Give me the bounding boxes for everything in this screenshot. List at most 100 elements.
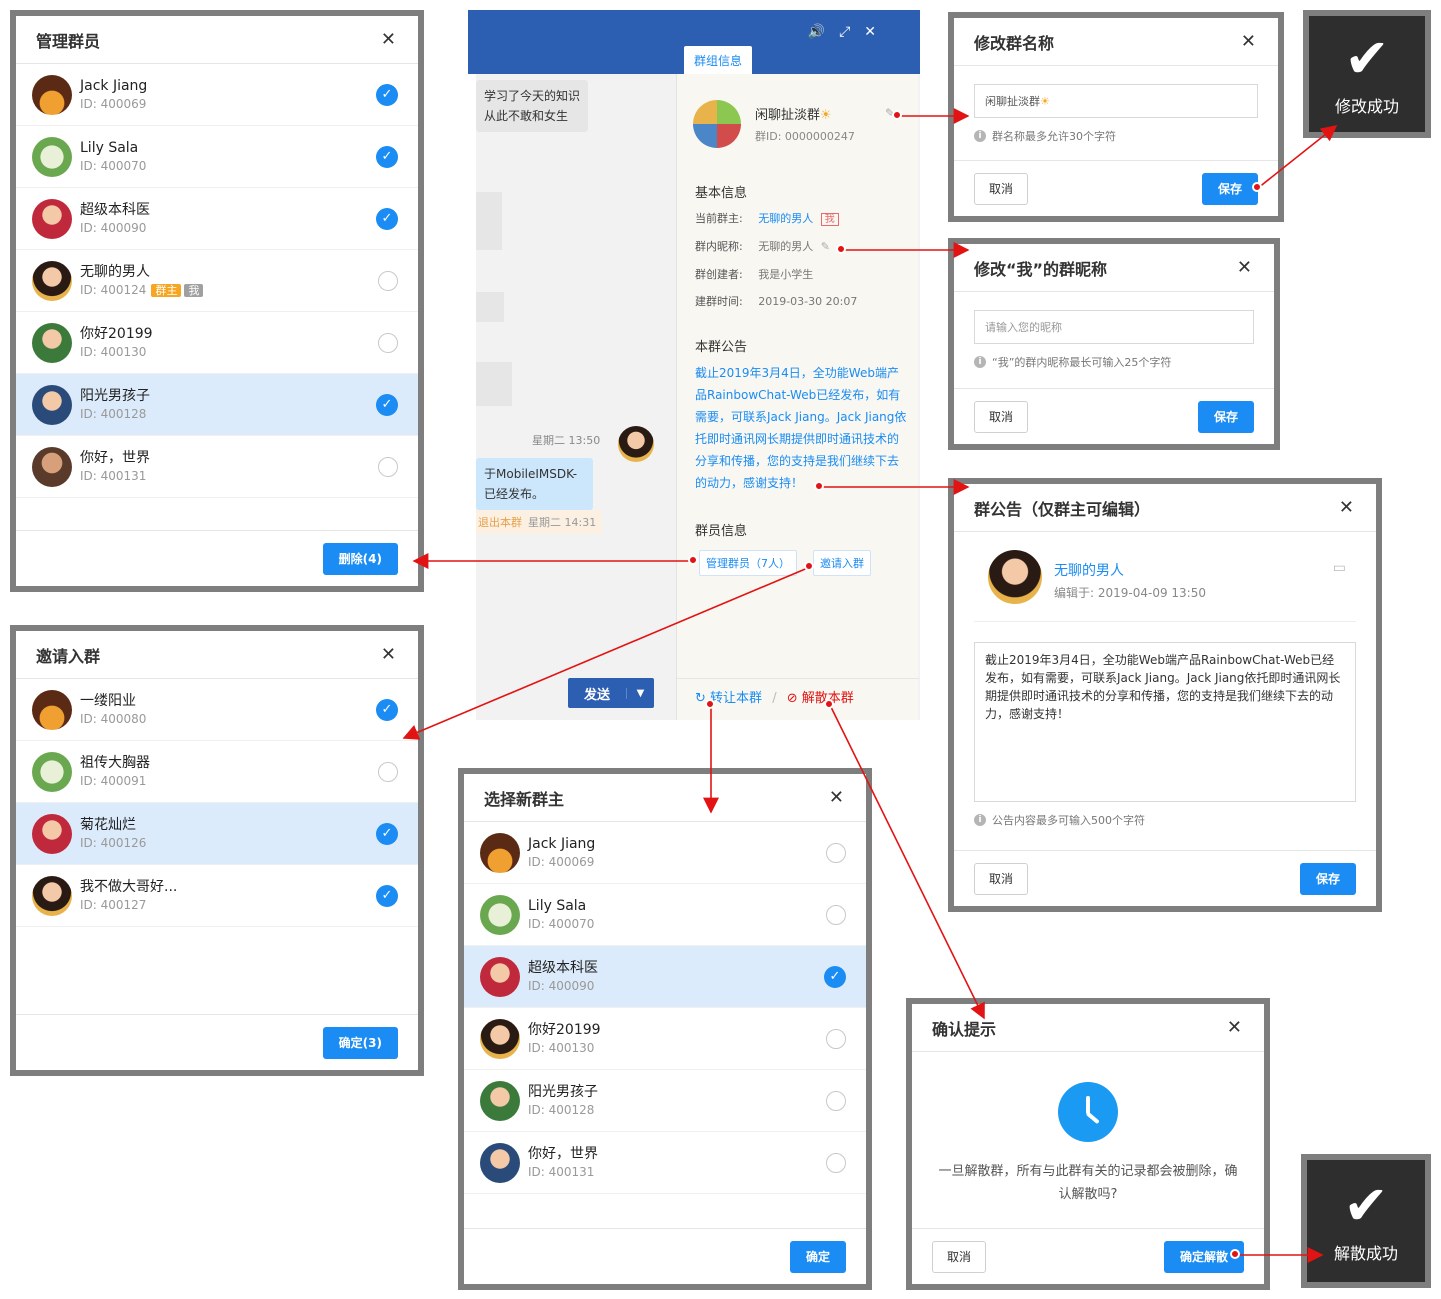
list-item[interactable]: 超级本科医 ID: 400090 ✓ xyxy=(16,188,418,250)
close-icon[interactable]: ✕ xyxy=(381,645,396,664)
unchecked-radio[interactable] xyxy=(378,270,398,291)
list-item[interactable]: 你好，世界 ID: 400131 xyxy=(464,1132,866,1194)
member-id: ID: 400069 xyxy=(528,854,595,869)
info-icon: i xyxy=(974,814,986,826)
cancel-button[interactable]: 取消 xyxy=(974,172,1029,205)
list-item[interactable]: Lily Sala ID: 400070 ✓ xyxy=(16,126,418,188)
owner-value[interactable]: 无聊的男人 xyxy=(758,212,813,225)
list-item[interactable]: 你好20199 ID: 400130 xyxy=(464,1008,866,1070)
avatar xyxy=(32,751,72,792)
member-name: 阳光男孩子 xyxy=(80,387,150,404)
confirm-button[interactable]: 确定 xyxy=(789,1240,846,1273)
member-id-row: ID: 400069 xyxy=(528,854,826,871)
unchecked-radio[interactable] xyxy=(826,1028,846,1049)
member-id-row: ID: 400128 xyxy=(80,406,376,423)
list-item[interactable]: 你好，世界 ID: 400131 xyxy=(16,436,418,498)
checked-icon[interactable]: ✓ xyxy=(824,965,846,988)
avatar xyxy=(32,322,72,363)
transfer-link[interactable]: 转让本群 xyxy=(710,691,762,706)
avatar xyxy=(480,1080,520,1121)
close-icon[interactable]: ✕ xyxy=(1227,1018,1242,1037)
list-item[interactable]: 阳光男孩子 ID: 400128 ✓ xyxy=(16,374,418,436)
member-id: ID: 400130 xyxy=(80,344,147,359)
avatar xyxy=(32,813,72,854)
close-icon[interactable]: ✕ xyxy=(864,24,890,40)
member-id: ID: 400130 xyxy=(528,1040,595,1055)
annotation-dot xyxy=(1230,1249,1240,1259)
chevron-down-icon[interactable]: ▼ xyxy=(626,687,654,699)
nickname-input[interactable]: 请输入您的昵称 xyxy=(974,310,1254,344)
success-toast: ✔ 修改成功 xyxy=(1303,10,1431,138)
tab-group-info[interactable]: 群组信息 xyxy=(684,46,753,75)
list-item[interactable]: Jack Jiang ID: 400069 xyxy=(464,822,866,884)
notice-textarea[interactable]: 截止2019年3月4日，全功能Web端产品RainbowChat-Web已经发布… xyxy=(974,642,1356,802)
list-item[interactable]: 无聊的男人 ID: 400124 群主我 xyxy=(16,250,418,312)
member-name: 一缕阳业 xyxy=(80,692,136,709)
avatar xyxy=(32,689,72,730)
close-icon[interactable]: ✕ xyxy=(381,30,396,49)
unchecked-radio[interactable] xyxy=(826,842,846,863)
close-icon[interactable]: ✕ xyxy=(829,788,844,807)
close-icon[interactable]: ✕ xyxy=(1241,32,1256,51)
dialog-title: 邀请入群 xyxy=(36,646,101,666)
list-item[interactable]: 菊花灿烂 ID: 400126 ✓ xyxy=(16,803,418,865)
unchecked-radio[interactable] xyxy=(378,761,398,782)
close-icon[interactable]: ✕ xyxy=(1237,258,1252,277)
notice-title: 本群公告 xyxy=(695,340,748,355)
checked-icon[interactable]: ✓ xyxy=(376,884,398,907)
save-button[interactable]: 保存 xyxy=(1201,172,1258,205)
dialog-title: 选择新群主 xyxy=(484,789,565,809)
checked-icon[interactable]: ✓ xyxy=(376,698,398,721)
checked-icon[interactable]: ✓ xyxy=(376,207,398,230)
list-item[interactable]: 我不做大哥好... ID: 400127 ✓ xyxy=(16,865,418,927)
sun-icon: ☀ xyxy=(1040,94,1050,108)
list-item[interactable]: Jack Jiang ID: 400069 ✓ xyxy=(16,64,418,126)
checked-icon[interactable]: ✓ xyxy=(376,822,398,845)
clipboard-icon[interactable]: ▭ xyxy=(1333,560,1346,576)
delete-button[interactable]: 删除(4) xyxy=(322,542,398,575)
save-button[interactable]: 保存 xyxy=(1197,400,1254,433)
list-item[interactable]: Lily Sala ID: 400070 xyxy=(464,884,866,946)
group-name-text: 闲聊扯淡群 xyxy=(755,108,821,123)
checked-icon[interactable]: ✓ xyxy=(376,393,398,416)
unchecked-radio[interactable] xyxy=(826,1152,846,1173)
checked-icon[interactable]: ✓ xyxy=(376,145,398,168)
member-id: ID: 400091 xyxy=(80,773,147,788)
notice-text[interactable]: 截止2019年3月4日，全功能Web端产 品RainbowChat-Web已经发… xyxy=(695,362,917,494)
dialog-title: 修改群名称 xyxy=(974,33,1055,53)
annotation-dot xyxy=(688,555,698,565)
send-button[interactable]: 发送 ▼ xyxy=(568,678,654,708)
member-id-row: ID: 400069 xyxy=(80,96,376,113)
member-name: 祖传大胸器 xyxy=(80,754,150,771)
member-id: ID: 400090 xyxy=(80,220,147,235)
list-item[interactable]: 阳光男孩子 ID: 400128 xyxy=(464,1070,866,1132)
list-item[interactable]: 一缕阳业 ID: 400080 ✓ xyxy=(16,679,418,741)
unchecked-radio[interactable] xyxy=(378,332,398,353)
edit-icon[interactable]: ✎ xyxy=(821,240,830,253)
cancel-button[interactable]: 取消 xyxy=(974,862,1029,895)
list-item[interactable]: 超级本科医 ID: 400090 ✓ xyxy=(464,946,866,1008)
cancel-button[interactable]: 取消 xyxy=(932,1240,987,1273)
info-icon: i xyxy=(974,356,986,368)
fullscreen-icon[interactable]: ⤢ xyxy=(839,24,864,40)
hint-text: 公告内容最多可输入500个字符 xyxy=(992,814,1145,827)
hint-text: 群名称最多允许30个字符 xyxy=(992,130,1116,143)
member-id-row: ID: 400131 xyxy=(80,468,378,485)
invite-button[interactable]: 邀请入群 xyxy=(813,550,871,576)
nickname-row: 群内昵称: 无聊的男人 ✎ xyxy=(695,238,830,254)
unchecked-radio[interactable] xyxy=(826,1090,846,1111)
checked-icon[interactable]: ✓ xyxy=(376,83,398,106)
member-id-row: ID: 400127 xyxy=(80,897,376,914)
group-name-input[interactable]: 闲聊扯淡群 ☀ xyxy=(974,84,1258,118)
confirm-button[interactable]: 确定(3) xyxy=(322,1026,398,1059)
list-item[interactable]: 你好20199 ID: 400130 xyxy=(16,312,418,374)
save-button[interactable]: 保存 xyxy=(1299,862,1356,895)
unchecked-radio[interactable] xyxy=(826,904,846,925)
unchecked-radio[interactable] xyxy=(378,456,398,477)
list-item[interactable]: 祖传大胸器 ID: 400091 xyxy=(16,741,418,803)
manage-members-button[interactable]: 管理群员（7人） xyxy=(699,550,797,576)
cancel-button[interactable]: 取消 xyxy=(974,400,1029,433)
volume-icon[interactable]: 🔊 xyxy=(808,24,839,40)
annotation-dot xyxy=(1252,182,1262,192)
close-icon[interactable]: ✕ xyxy=(1339,498,1354,517)
